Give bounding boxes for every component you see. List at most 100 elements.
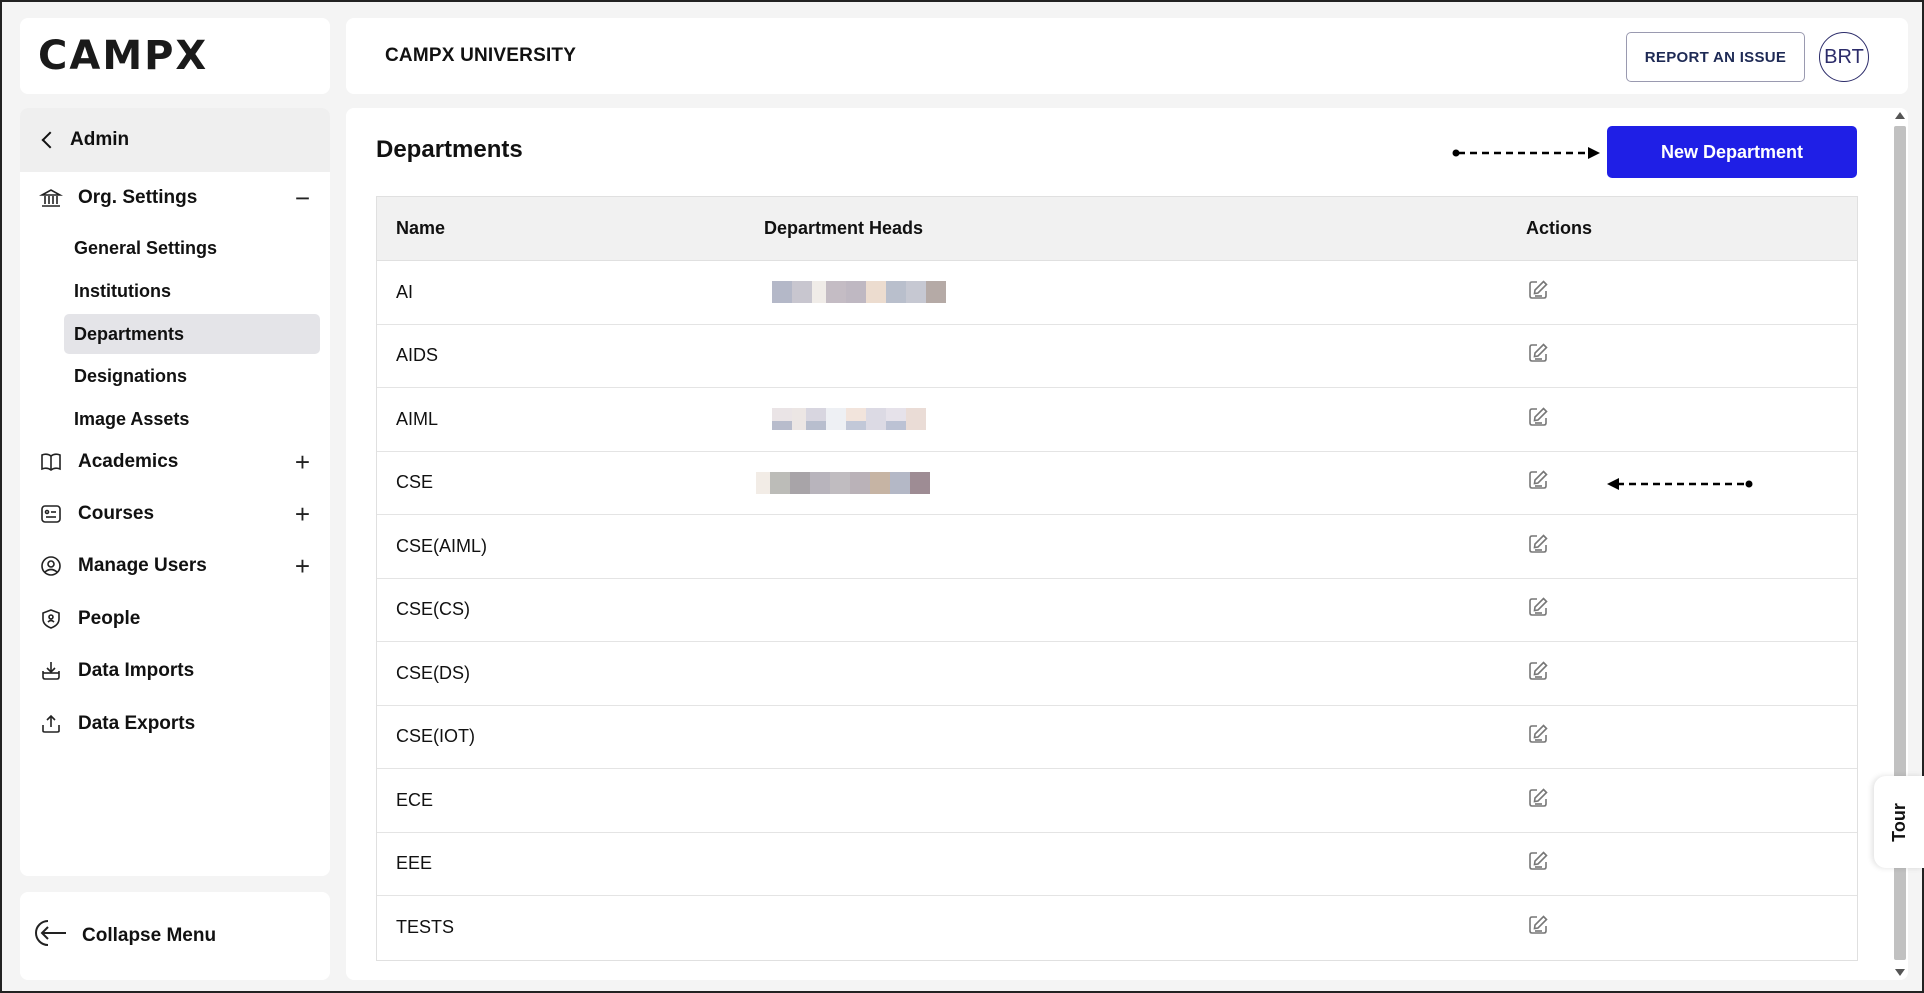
back-to-admin[interactable]: Admin [20, 108, 330, 172]
sidebar-item-courses[interactable]: Courses + [20, 492, 330, 536]
sidebar-item-data-exports[interactable]: Data Exports [20, 702, 330, 746]
sidebar-item-label: Data Imports [78, 660, 195, 681]
report-issue-button[interactable]: REPORT AN ISSUE [1626, 32, 1805, 82]
university-title: CAMPX UNIVERSITY [385, 45, 577, 66]
sidebar-item-label: Org. Settings [78, 187, 198, 208]
department-heads-cell [756, 452, 1526, 515]
expand-icon[interactable]: + [295, 447, 310, 478]
table-row: AIML [377, 388, 1857, 452]
department-heads-cell [764, 515, 1526, 578]
import-icon [38, 658, 64, 684]
collapse-icon[interactable]: − [295, 183, 310, 214]
new-department-button[interactable]: New Department [1607, 126, 1857, 178]
tour-label: Tour [1888, 802, 1909, 842]
sidebar-item-people[interactable]: People [20, 597, 330, 641]
sidebar-item-designations[interactable]: Designations [64, 356, 320, 396]
actions-cell [1526, 913, 1857, 942]
scroll-down-icon[interactable] [1895, 969, 1905, 976]
actions-cell [1526, 341, 1857, 370]
page-title: Departments [376, 136, 523, 163]
column-header-name[interactable]: Name [377, 218, 764, 239]
actions-cell [1526, 659, 1857, 688]
sidebar-item-org-settings[interactable]: Org. Settings − [20, 176, 330, 220]
sidebar-item-general-settings[interactable]: General Settings [64, 228, 320, 268]
annotation-arrow-left-icon [1607, 477, 1753, 490]
department-heads-cell [764, 579, 1526, 642]
edit-icon[interactable] [1526, 722, 1550, 746]
department-name: CSE(DS) [396, 662, 471, 683]
edit-icon[interactable] [1526, 278, 1550, 302]
avatar[interactable]: BRT [1819, 32, 1869, 82]
department-heads-cell [764, 833, 1526, 896]
edit-icon[interactable] [1526, 595, 1550, 619]
edit-icon[interactable] [1526, 913, 1550, 937]
admin-label: Admin [70, 129, 130, 150]
actions-cell [1526, 595, 1857, 624]
departments-table: Name Department Heads Actions AI AIDS AI… [376, 196, 1858, 961]
actions-cell [1526, 722, 1857, 751]
edit-icon[interactable] [1526, 341, 1550, 365]
table-row: AIDS [377, 325, 1857, 388]
actions-cell [1526, 849, 1857, 878]
courses-icon [38, 501, 64, 527]
table-row: CSE(DS) [377, 642, 1857, 706]
sidebar-item-departments[interactable]: Departments [64, 314, 320, 354]
expand-icon[interactable]: + [295, 551, 310, 582]
sidebar-item-label: Data Exports [78, 713, 196, 734]
column-header-heads[interactable]: Department Heads [764, 197, 1526, 260]
table-row: CSE(IOT) [377, 706, 1857, 769]
actions-cell [1526, 532, 1857, 561]
sidebar-item-academics[interactable]: Academics + [20, 440, 330, 484]
redacted-heads [772, 281, 946, 304]
department-name: AI [396, 281, 414, 302]
sidebar-item-image-assets[interactable]: Image Assets [64, 399, 320, 439]
sidebar-item-data-imports[interactable]: Data Imports [20, 649, 330, 693]
table-row: CSE [377, 452, 1857, 515]
department-heads-cell [764, 706, 1526, 769]
export-icon [38, 711, 64, 737]
table-row: EEE [377, 833, 1857, 896]
scroll-up-icon[interactable] [1895, 112, 1905, 119]
main-content: Departments New Department Name Departme… [346, 108, 1908, 980]
chevron-left-icon [41, 131, 59, 149]
user-circle-icon [38, 553, 64, 579]
edit-icon[interactable] [1526, 849, 1550, 873]
app-frame: CAMPX CAMPX UNIVERSITY REPORT AN ISSUE B… [0, 0, 1924, 993]
tour-button[interactable]: Tour [1874, 776, 1924, 868]
department-name: TESTS [396, 917, 455, 938]
sidebar-item-label: Courses [78, 503, 155, 524]
department-name: CSE(CS) [396, 599, 471, 620]
edit-icon[interactable] [1526, 468, 1550, 492]
edit-icon[interactable] [1526, 532, 1550, 556]
logo-card: CAMPX [20, 18, 330, 94]
expand-icon[interactable]: + [295, 499, 310, 530]
edit-icon[interactable] [1526, 405, 1550, 429]
department-name: CSE [396, 472, 434, 493]
actions-cell [1526, 786, 1857, 815]
table-row: CSE(CS) [377, 579, 1857, 642]
collapse-menu-button[interactable]: Collapse Menu [20, 892, 330, 980]
actions-cell [1526, 405, 1857, 434]
column-header-actions: Actions [1526, 218, 1593, 238]
department-name: EEE [396, 853, 433, 874]
table-row: AI [377, 261, 1857, 325]
edit-icon[interactable] [1526, 786, 1550, 810]
department-heads-cell [764, 325, 1526, 388]
sidebar-item-manage-users[interactable]: Manage Users + [20, 544, 330, 588]
collapse-arrow-icon [34, 917, 70, 955]
redacted-heads [772, 408, 926, 431]
campx-logo[interactable]: CAMPX [38, 33, 208, 79]
people-shield-icon [38, 606, 64, 632]
department-heads-cell [764, 261, 1526, 324]
table-row: ECE [377, 769, 1857, 833]
edit-icon[interactable] [1526, 659, 1550, 683]
column-header-heads-label: Department Heads [764, 218, 924, 238]
sidebar-item-institutions[interactable]: Institutions [64, 271, 320, 311]
sidebar-item-label: People [78, 608, 141, 629]
department-name: CSE(IOT) [396, 726, 475, 747]
table-row: TESTS [377, 896, 1857, 960]
sidebar: Admin Org. Settings − General Settings I… [20, 108, 330, 876]
department-name: AIML [396, 408, 439, 429]
annotation-arrow-right-icon [1452, 147, 1600, 159]
department-name: CSE(AIML) [396, 535, 488, 556]
